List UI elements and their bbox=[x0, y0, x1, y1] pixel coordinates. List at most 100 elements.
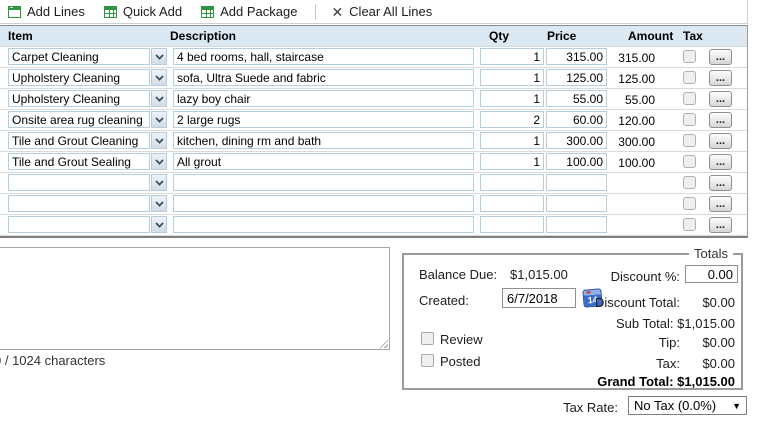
add-package-icon bbox=[201, 6, 214, 18]
price-input[interactable] bbox=[546, 216, 607, 233]
item-input[interactable] bbox=[8, 48, 150, 65]
tax-checkbox[interactable] bbox=[683, 71, 696, 84]
description-input[interactable] bbox=[173, 174, 474, 191]
description-input[interactable] bbox=[173, 111, 474, 128]
chevron-down-icon: ▼ bbox=[732, 401, 741, 411]
description-input[interactable] bbox=[173, 195, 474, 212]
line-item-row: ... bbox=[0, 194, 747, 215]
tax-checkbox[interactable] bbox=[683, 197, 696, 210]
line-options-button[interactable]: ... bbox=[709, 91, 732, 107]
item-dropdown-button[interactable] bbox=[151, 69, 167, 86]
tax-checkbox[interactable] bbox=[683, 50, 696, 63]
add-package-button[interactable]: Add Package bbox=[193, 1, 308, 23]
line-options-button[interactable]: ... bbox=[709, 133, 732, 149]
character-counter: 0 / 1024 characters bbox=[0, 353, 105, 368]
line-item-row: 125.00 ... bbox=[0, 68, 747, 89]
line-options-button[interactable]: ... bbox=[709, 175, 732, 191]
chevron-down-icon bbox=[155, 96, 164, 102]
description-input[interactable] bbox=[173, 69, 474, 86]
price-input[interactable] bbox=[546, 195, 607, 212]
qty-input[interactable] bbox=[480, 195, 544, 212]
created-label: Created: bbox=[419, 293, 469, 308]
clear-all-lines-button[interactable]: ✕ Clear All Lines bbox=[323, 1, 443, 23]
price-input[interactable] bbox=[546, 174, 607, 191]
item-input[interactable] bbox=[8, 111, 150, 128]
posted-checkbox[interactable] bbox=[421, 354, 434, 367]
item-dropdown-button[interactable] bbox=[151, 153, 167, 170]
line-item-row: ... bbox=[0, 173, 747, 194]
review-checkbox[interactable] bbox=[421, 332, 434, 345]
line-items-table: Item Description Qty Price Amount Tax 31… bbox=[0, 25, 748, 238]
item-input[interactable] bbox=[8, 174, 150, 191]
qty-input[interactable] bbox=[480, 69, 544, 86]
tax-checkbox[interactable] bbox=[683, 134, 696, 147]
qty-input[interactable] bbox=[480, 48, 544, 65]
item-input[interactable] bbox=[8, 216, 150, 233]
chevron-down-icon bbox=[155, 138, 164, 144]
tax-rate-selected-value: No Tax (0.0%) bbox=[634, 398, 716, 413]
add-lines-label: Add Lines bbox=[27, 4, 85, 19]
tax-rate-select[interactable]: No Tax (0.0%) ▼ bbox=[628, 396, 747, 415]
grand-total-value: $1,015.00 bbox=[677, 374, 735, 389]
line-items-body: 315.00 ... 125.00 ... 55.00 ... bbox=[0, 47, 747, 238]
chevron-down-icon bbox=[155, 75, 164, 81]
qty-column-header: Qty bbox=[489, 29, 509, 43]
line-options-button[interactable]: ... bbox=[709, 217, 732, 233]
item-input[interactable] bbox=[8, 69, 150, 86]
quick-add-icon bbox=[104, 6, 117, 18]
chevron-down-icon bbox=[155, 201, 164, 207]
tax-checkbox[interactable] bbox=[683, 218, 696, 231]
item-dropdown-button[interactable] bbox=[151, 90, 167, 107]
qty-input[interactable] bbox=[480, 216, 544, 233]
line-item-row: 55.00 ... bbox=[0, 89, 747, 110]
description-input[interactable] bbox=[173, 216, 474, 233]
description-input[interactable] bbox=[173, 48, 474, 65]
qty-input[interactable] bbox=[480, 90, 544, 107]
tax-column-header: Tax bbox=[683, 29, 703, 43]
line-item-row: 100.00 ... bbox=[0, 152, 747, 173]
item-input[interactable] bbox=[8, 90, 150, 107]
amount-column-header: Amount bbox=[628, 29, 673, 43]
line-options-button[interactable]: ... bbox=[709, 154, 732, 170]
notes-textarea[interactable] bbox=[0, 247, 390, 350]
item-dropdown-button[interactable] bbox=[151, 195, 167, 212]
tax-checkbox[interactable] bbox=[683, 92, 696, 105]
tip-value: $0.00 bbox=[655, 335, 735, 350]
item-dropdown-button[interactable] bbox=[151, 48, 167, 65]
line-options-button[interactable]: ... bbox=[709, 112, 732, 128]
tax-checkbox[interactable] bbox=[683, 176, 696, 189]
chevron-down-icon bbox=[155, 180, 164, 186]
toolbar-separator bbox=[315, 4, 316, 20]
qty-input[interactable] bbox=[480, 132, 544, 149]
quick-add-button[interactable]: Quick Add bbox=[96, 1, 193, 23]
item-dropdown-button[interactable] bbox=[151, 132, 167, 149]
add-lines-button[interactable]: Add Lines bbox=[0, 1, 96, 23]
line-options-button[interactable]: ... bbox=[709, 196, 732, 212]
discount-pct-input[interactable] bbox=[685, 265, 738, 283]
tax-checkbox[interactable] bbox=[683, 155, 696, 168]
line-options-button[interactable]: ... bbox=[709, 49, 732, 65]
item-dropdown-button[interactable] bbox=[151, 174, 167, 191]
tax-checkbox[interactable] bbox=[683, 113, 696, 126]
description-input[interactable] bbox=[173, 153, 474, 170]
item-dropdown-button[interactable] bbox=[151, 216, 167, 233]
item-dropdown-button[interactable] bbox=[151, 111, 167, 128]
qty-input[interactable] bbox=[480, 153, 544, 170]
qty-input[interactable] bbox=[480, 174, 544, 191]
sub-total-row: Sub Total: $1,015.00 bbox=[504, 316, 735, 331]
discount-total-value: $0.00 bbox=[655, 295, 735, 310]
invoice-line-items-screen: Add Lines Quick Add Add Package ✕ Clear … bbox=[0, 0, 779, 428]
sub-total-value: $1,015.00 bbox=[677, 316, 735, 331]
amount-value: 55.00 bbox=[560, 93, 655, 107]
line-item-row: 120.00 ... bbox=[0, 110, 747, 131]
line-options-button[interactable]: ... bbox=[709, 70, 732, 86]
clear-all-lines-label: Clear All Lines bbox=[349, 4, 432, 19]
item-input[interactable] bbox=[8, 153, 150, 170]
amount-value: 100.00 bbox=[560, 156, 655, 170]
item-input[interactable] bbox=[8, 132, 150, 149]
qty-input[interactable] bbox=[480, 111, 544, 128]
totals-legend: Totals bbox=[689, 246, 733, 261]
description-input[interactable] bbox=[173, 132, 474, 149]
item-input[interactable] bbox=[8, 195, 150, 212]
description-input[interactable] bbox=[173, 90, 474, 107]
